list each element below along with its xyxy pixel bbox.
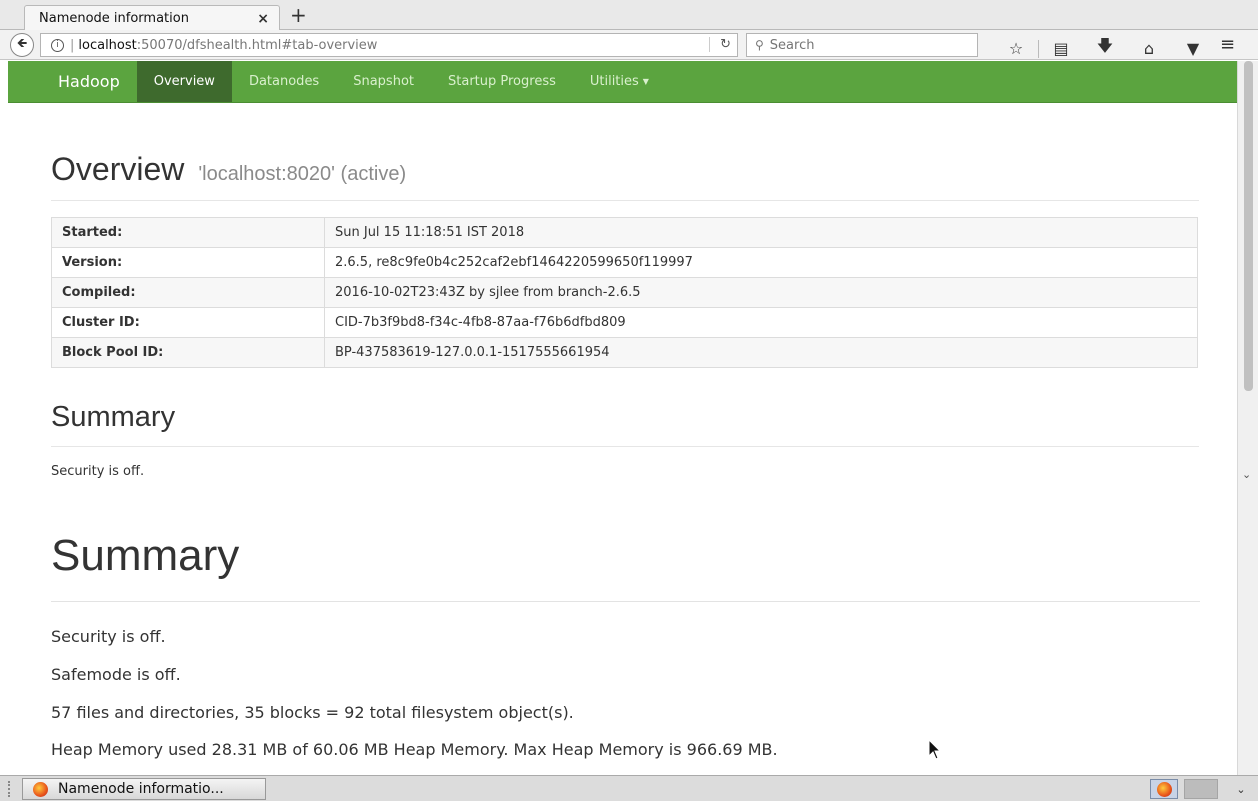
- reload-icon[interactable]: ↻: [709, 37, 731, 52]
- nav-tab-overview[interactable]: Overview: [136, 61, 232, 102]
- table-value: Sun Jul 15 11:18:51 IST 2018: [324, 217, 1198, 248]
- summary-heap-memory: Heap Memory used 28.31 MB of 60.06 MB He…: [51, 740, 778, 759]
- reading-list-icon[interactable]: ▤: [1039, 39, 1083, 58]
- table-row: Started: Sun Jul 15 11:18:51 IST 2018: [51, 217, 1198, 248]
- hadoop-navbar: Hadoop Overview Datanodes Snapshot Start…: [8, 61, 1237, 103]
- back-arrow-icon[interactable]: 🡸: [10, 33, 34, 57]
- browser-tab-strip: Namenode information × +: [0, 0, 1258, 31]
- firefox-icon: [1156, 781, 1172, 797]
- search-input[interactable]: [769, 37, 950, 53]
- table-key: Block Pool ID:: [51, 337, 325, 368]
- browser-tab[interactable]: Namenode information ×: [24, 5, 280, 31]
- url-bar[interactable]: i | localhost :50070/dfshealth.html#tab-…: [40, 33, 738, 57]
- chevron-down-icon: ▼: [642, 77, 649, 86]
- table-row: Version: 2.6.5, re8c9fe0b4c252caf2ebf146…: [51, 247, 1198, 278]
- page-viewport: Hadoop Overview Datanodes Snapshot Start…: [0, 61, 1237, 481]
- table-value: BP-437583619-127.0.0.1-1517555661954: [324, 337, 1198, 368]
- url-separator: |: [70, 37, 75, 53]
- search-bar[interactable]: ⚲: [746, 33, 978, 57]
- tab-title: Namenode information: [39, 11, 189, 26]
- nav-tab-utilities[interactable]: Utilities ▼: [573, 61, 666, 102]
- nav-tab-label: Startup Progress: [448, 74, 556, 89]
- page-scrollbar[interactable]: ⌄: [1237, 61, 1258, 481]
- summary-heading-zoomed: Summary: [51, 531, 240, 580]
- scrollbar-thumb[interactable]: [1244, 61, 1253, 391]
- table-value: 2016-10-02T23:43Z by sjlee from branch-2…: [324, 277, 1198, 308]
- table-value: CID-7b3f9bd8-f34c-4fb8-87aa-f76b6dfbd809: [324, 307, 1198, 338]
- hadoop-brand-link[interactable]: Hadoop: [46, 61, 137, 102]
- nav-tab-snapshot[interactable]: Snapshot: [336, 61, 431, 102]
- taskbar-window-button[interactable]: Namenode informatio...: [22, 778, 266, 800]
- summary-heading: Summary: [51, 401, 1199, 447]
- page-subtitle: 'localhost:8020' (active): [198, 163, 407, 185]
- search-icon: ⚲: [755, 38, 764, 52]
- taskbar-window-label: Namenode informatio...: [58, 781, 224, 797]
- summary-filesystem-objects: 57 files and directories, 35 blocks = 92…: [51, 703, 574, 722]
- tray-workspace-button[interactable]: [1184, 779, 1218, 799]
- table-row: Cluster ID: CID-7b3f9bd8-f34c-4fb8-87aa-…: [51, 307, 1198, 338]
- tray-firefox-icon[interactable]: [1150, 779, 1178, 799]
- nav-tab-label: Utilities: [589, 74, 639, 89]
- nav-tab-label: Overview: [153, 74, 215, 89]
- info-icon[interactable]: i: [51, 38, 64, 52]
- url-path: :50070/dfshealth.html#tab-overview: [136, 37, 378, 53]
- nav-tab-label: Snapshot: [353, 74, 414, 89]
- page-content: Overview 'localhost:8020' (active) Start…: [0, 151, 1237, 479]
- toolbar-icons: ☆ ▤ 🡇 ⌂ ▼: [994, 35, 1215, 62]
- star-icon[interactable]: ☆: [994, 39, 1038, 58]
- summary-security: Security is off.: [51, 627, 166, 646]
- summary-divider: [51, 601, 1200, 602]
- zoomed-scrollbar[interactable]: [1237, 481, 1258, 775]
- close-tab-icon[interactable]: ×: [257, 11, 269, 27]
- table-key: Compiled:: [51, 277, 325, 308]
- table-value: 2.6.5, re8c9fe0b4c252caf2ebf146422059965…: [324, 247, 1198, 278]
- summary-safemode: Safemode is off.: [51, 665, 181, 684]
- mouse-pointer-icon: [928, 739, 942, 760]
- table-row: Compiled: 2016-10-02T23:43Z by sjlee fro…: [51, 277, 1198, 308]
- overview-header: Overview 'localhost:8020' (active): [51, 151, 1199, 201]
- chevron-down-icon[interactable]: ⌄: [1242, 468, 1251, 481]
- os-taskbar: Namenode informatio... ⌄: [0, 775, 1258, 801]
- tray-chevron-icon[interactable]: ⌄: [1226, 779, 1256, 799]
- nav-tab-datanodes[interactable]: Datanodes: [232, 61, 336, 102]
- overview-table: Started: Sun Jul 15 11:18:51 IST 2018 Ve…: [51, 217, 1198, 368]
- table-key: Cluster ID:: [51, 307, 325, 338]
- table-row: Block Pool ID: BP-437583619-127.0.0.1-15…: [51, 337, 1198, 368]
- summary-security-line: Security is off.: [51, 464, 145, 479]
- firefox-icon: [33, 781, 48, 797]
- home-icon[interactable]: ⌂: [1127, 39, 1171, 58]
- zoomed-summary-panel: Summary Security is off. Safemode is off…: [0, 481, 1237, 775]
- browser-toolbar: 🡸 i | localhost :50070/dfshealth.html#ta…: [0, 30, 1258, 60]
- url-host: localhost: [78, 37, 137, 53]
- nav-tab-label: Datanodes: [248, 74, 320, 89]
- hamburger-menu-icon[interactable]: ≡: [1220, 34, 1235, 55]
- table-key: Started:: [51, 217, 325, 248]
- taskbar-grip: [8, 781, 12, 797]
- table-key: Version:: [51, 247, 325, 278]
- page-title: Overview: [51, 151, 185, 187]
- nav-tab-startup-progress[interactable]: Startup Progress: [431, 61, 573, 102]
- pocket-icon[interactable]: ▼: [1171, 39, 1215, 58]
- download-icon[interactable]: 🡇: [1083, 35, 1127, 62]
- new-tab-button[interactable]: +: [290, 5, 307, 25]
